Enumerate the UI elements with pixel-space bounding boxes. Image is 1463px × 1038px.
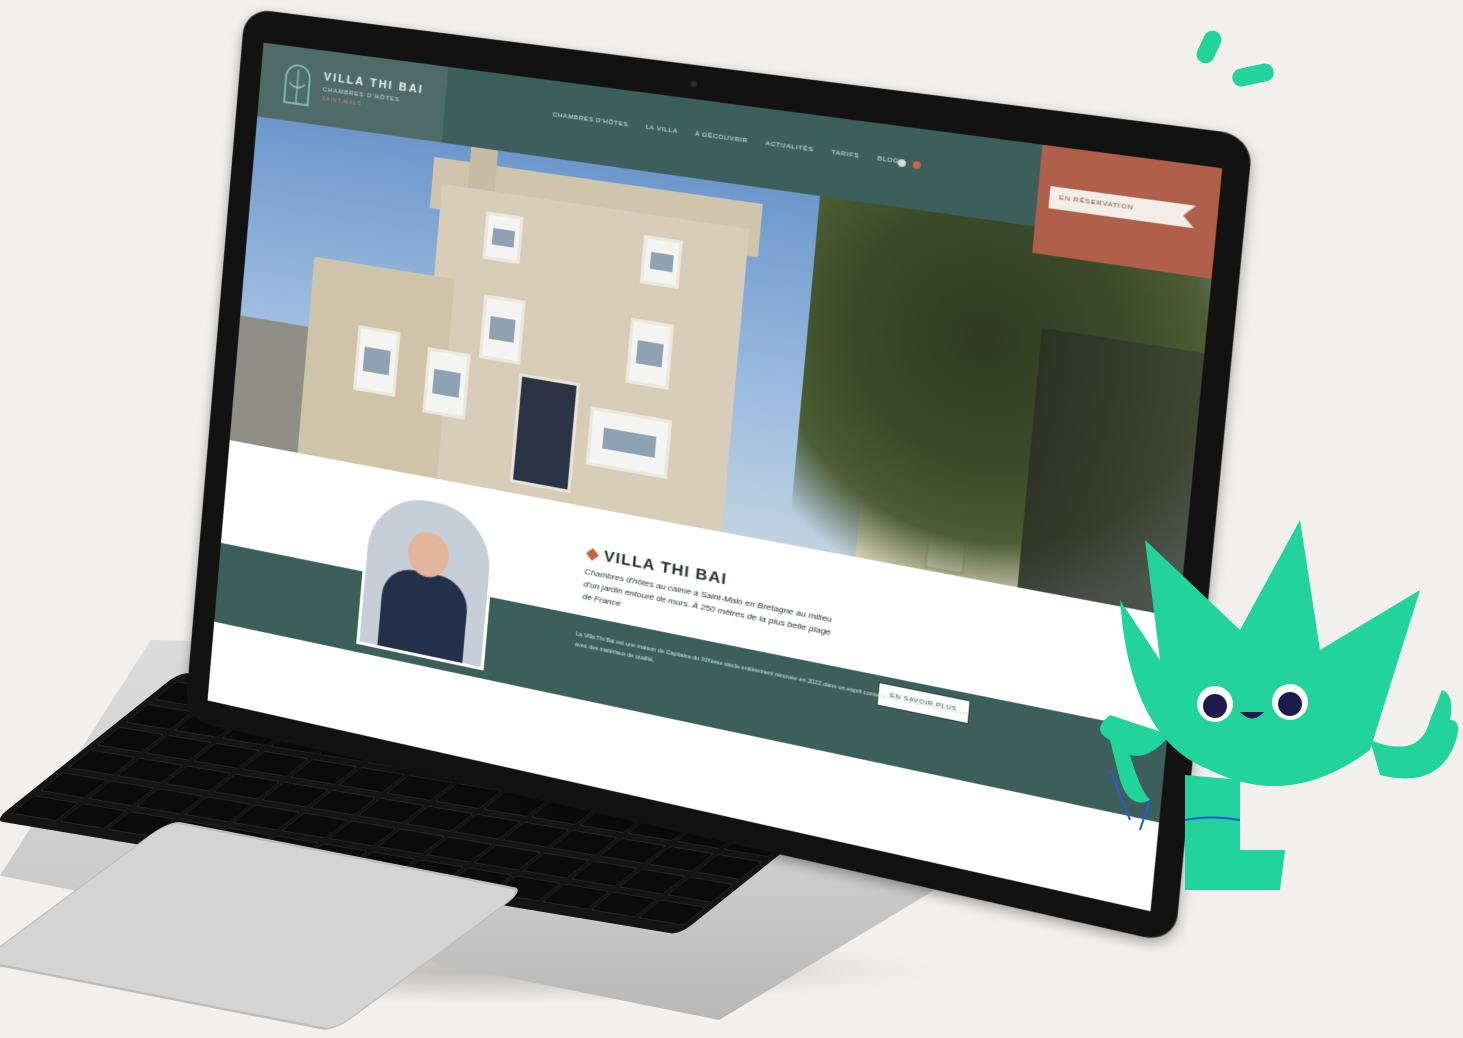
reservation-button[interactable]: EN RÉSERVATION — [1048, 186, 1196, 228]
front-door — [509, 372, 581, 494]
nav-villa[interactable]: LA VILLA — [645, 125, 678, 136]
nav-blog[interactable]: BLOG — [877, 156, 899, 165]
marker-icon: ◆ — [585, 543, 601, 565]
logo-tagline: SAINT-MALO — [321, 96, 363, 108]
window — [482, 211, 524, 265]
nav-chambres[interactable]: CHAMBRES D'HÔTES — [552, 112, 628, 129]
window — [639, 234, 683, 290]
spark-mark — [1193, 27, 1225, 67]
language-switch — [897, 158, 922, 170]
flag-en-icon[interactable] — [897, 158, 907, 168]
mascot-character — [1100, 520, 1458, 890]
camera — [690, 80, 698, 88]
main-nav: CHAMBRES D'HÔTES LA VILLA À DÉCOUVRIR AC… — [552, 112, 899, 165]
logo-arch-icon — [282, 60, 313, 108]
nav-tarifs[interactable]: TARIFS — [831, 150, 859, 160]
nav-decouvrir[interactable]: À DÉCOUVRIR — [695, 131, 748, 145]
chimney — [467, 146, 499, 192]
nav-actualites[interactable]: ACTUALITÉS — [765, 141, 814, 154]
window — [625, 317, 675, 390]
window — [478, 294, 526, 365]
scene: VILLA THI BAI CHAMBRES D'HÔTES SAINT-MAL… — [0, 0, 1463, 1038]
window — [352, 325, 401, 397]
owner-portrait — [356, 486, 498, 671]
flag-fr-icon[interactable] — [912, 160, 922, 170]
window — [422, 347, 471, 420]
spark-mark — [1230, 61, 1276, 89]
